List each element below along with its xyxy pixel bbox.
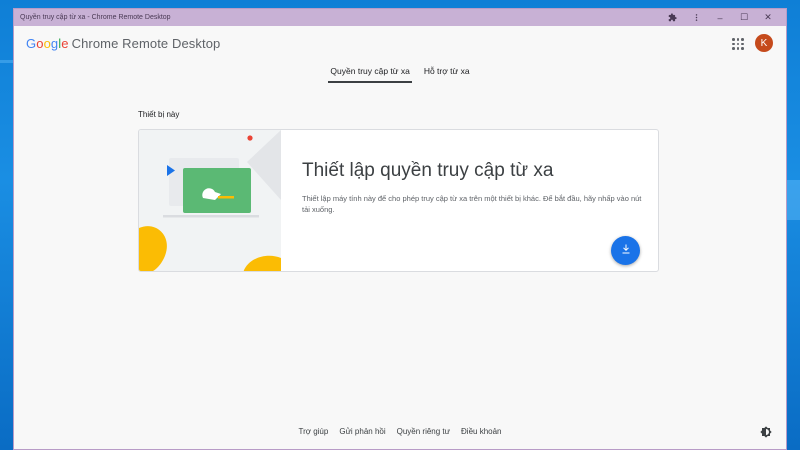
- setup-illustration: [139, 130, 281, 271]
- logo-letter: o: [36, 36, 44, 51]
- more-vert-icon[interactable]: [684, 9, 708, 26]
- footer-links: Trợ giúp Gửi phản hồi Quyền riêng tư Điề…: [14, 427, 786, 436]
- download-button[interactable]: [611, 236, 640, 265]
- close-button[interactable]: ✕: [756, 9, 780, 26]
- product-name: Chrome Remote Desktop: [71, 36, 221, 51]
- avatar[interactable]: K: [755, 34, 773, 52]
- footer-link-help[interactable]: Trợ giúp: [298, 427, 328, 436]
- puzzle-icon[interactable]: [660, 9, 684, 26]
- window-title: Quyền truy cập từ xa - Chrome Remote Des…: [20, 14, 171, 21]
- footer-link-terms[interactable]: Điều khoản: [461, 427, 501, 436]
- footer-link-privacy[interactable]: Quyền riêng tư: [397, 427, 450, 436]
- window-controls: – ☐ ✕: [660, 9, 780, 26]
- desktop-streak: [787, 180, 800, 220]
- title-bar: Quyền truy cập từ xa - Chrome Remote Des…: [14, 9, 786, 26]
- apps-grid-icon[interactable]: [732, 38, 744, 50]
- tab-remote-support[interactable]: Hỗ trợ từ xa: [422, 59, 472, 83]
- tab-remote-access[interactable]: Quyền truy cập từ xa: [328, 59, 413, 83]
- section-label: Thiết bị này: [138, 110, 180, 119]
- card-title: Thiết lập quyền truy cập từ xa: [302, 160, 554, 181]
- browser-window: Quyền truy cập từ xa - Chrome Remote Des…: [13, 8, 787, 450]
- logo-letter: G: [26, 36, 37, 51]
- setup-card: Thiết lập quyền truy cập từ xa Thiết lập…: [138, 129, 659, 272]
- logo-letter: o: [43, 36, 51, 51]
- brightness-icon[interactable]: [760, 425, 772, 438]
- minimize-button[interactable]: –: [708, 9, 732, 26]
- app-logo[interactable]: Google Chrome Remote Desktop: [26, 36, 220, 51]
- footer-link-feedback[interactable]: Gửi phản hồi: [339, 427, 385, 436]
- tab-bar: Quyền truy cập từ xa Hỗ trợ từ xa: [14, 59, 786, 89]
- card-description: Thiết lập máy tính này để cho phép truy …: [302, 194, 642, 214]
- download-icon: [620, 242, 632, 260]
- desktop-streak: [0, 60, 13, 63]
- maximize-button[interactable]: ☐: [732, 9, 756, 26]
- logo-letter: e: [61, 36, 69, 51]
